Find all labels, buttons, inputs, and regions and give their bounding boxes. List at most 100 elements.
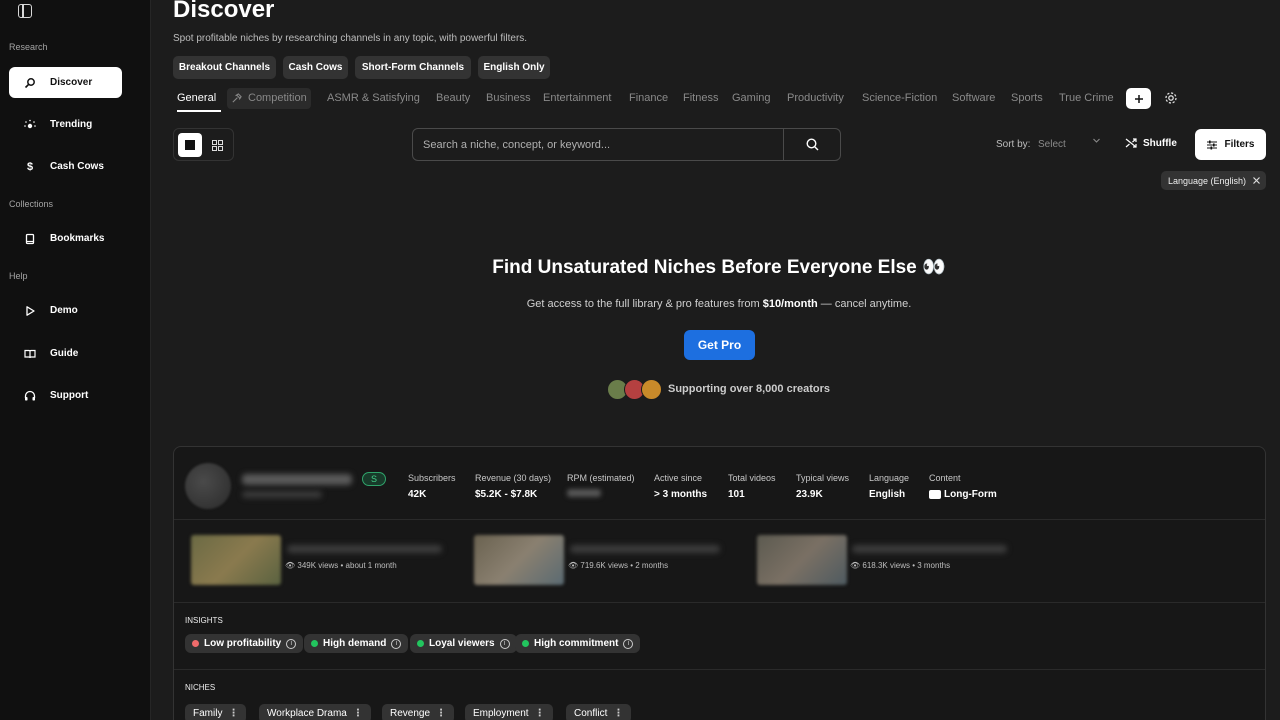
niche-tag[interactable]: Employment ⋮	[465, 704, 553, 720]
channel-card[interactable]: S Subscribers 42K Revenue (30 days) $5.2…	[173, 446, 1266, 720]
search-button[interactable]	[783, 129, 841, 160]
stat-label: Revenue (30 days)	[475, 473, 552, 483]
more-icon[interactable]: ⋮	[436, 708, 446, 719]
video-thumbnail[interactable]	[474, 535, 564, 585]
insights-label: INSIGHTS	[185, 616, 223, 625]
info-icon[interactable]: i	[623, 638, 634, 649]
shuffle-button[interactable]: Shuffle	[1125, 137, 1177, 149]
tab-asmr-satisfying[interactable]: ASMR & Satisfying	[327, 92, 420, 104]
insight-label: Loyal viewers	[429, 638, 495, 649]
stat-value: English	[869, 489, 906, 500]
search-input[interactable]	[413, 129, 783, 160]
stat-value-content: Long-Form	[929, 489, 997, 500]
sidebar-item-bookmarks[interactable]: Bookmarks	[9, 223, 122, 254]
promo-subtitle: Get access to the full library & pro fea…	[151, 298, 1280, 310]
stat-value: 42K	[408, 489, 427, 500]
close-icon[interactable]	[1252, 176, 1261, 185]
niche-label: Employment	[473, 708, 529, 719]
page-subtitle: Spot profitable niches by researching ch…	[173, 33, 528, 44]
video-meta: 👁 618.3K views • 3 months	[850, 561, 950, 570]
stat-value: 23.9K	[796, 489, 823, 500]
sidebar-item-trending[interactable]: Trending	[9, 109, 122, 140]
video-title-blurred[interactable]	[570, 545, 720, 553]
tab-entertainment[interactable]: Entertainment	[543, 92, 611, 104]
tab-finance[interactable]: Finance	[629, 92, 668, 104]
sidebar-item-label: Bookmarks	[50, 233, 105, 244]
sidebar-section-help: Help	[9, 271, 28, 281]
tab-gaming[interactable]: Gaming	[732, 92, 771, 104]
promo-title: Find Unsaturated Niches Before Everyone …	[151, 255, 1280, 279]
tab-general[interactable]: General	[177, 92, 216, 104]
more-icon[interactable]: ⋮	[613, 708, 623, 719]
tab-beauty[interactable]: Beauty	[436, 92, 470, 104]
plus-icon	[1134, 94, 1143, 103]
status-dot	[522, 640, 529, 647]
niche-label: Conflict	[574, 708, 608, 719]
youtube-icon	[929, 490, 941, 499]
sidebar-item-demo[interactable]: Demo	[9, 295, 122, 326]
insight-low-profitability[interactable]: Low profitability i	[185, 634, 304, 653]
video-thumbnail[interactable]	[191, 535, 281, 585]
tab-true-crime[interactable]: True Crime	[1059, 92, 1114, 104]
grid-view-button[interactable]	[205, 133, 229, 157]
sidebar-item-guide[interactable]: Guide	[9, 338, 122, 369]
more-icon[interactable]: ⋮	[535, 708, 545, 719]
info-icon[interactable]: i	[391, 638, 402, 649]
grid-icon	[211, 139, 223, 151]
video-title-blurred[interactable]	[287, 545, 442, 553]
sliders-icon	[1207, 140, 1218, 149]
shuffle-label: Shuffle	[1143, 137, 1177, 149]
niche-tag[interactable]: Family ⋮	[185, 704, 247, 720]
preset-cash-cows[interactable]: Cash Cows	[283, 56, 348, 79]
sidebar-item-support[interactable]: Support	[9, 380, 122, 411]
video-title-blurred[interactable]	[852, 545, 1007, 553]
insight-high-commitment[interactable]: High commitment i	[515, 634, 641, 653]
info-icon[interactable]: i	[286, 638, 297, 649]
preset-short-form-channels[interactable]: Short-Form Channels	[355, 56, 471, 79]
promo-price: $10/month	[762, 298, 818, 310]
more-icon[interactable]: ⋮	[353, 708, 363, 719]
filters-button[interactable]: Filters	[1195, 129, 1266, 160]
info-icon[interactable]: i	[499, 638, 510, 649]
book-icon	[23, 347, 37, 361]
get-pro-button[interactable]: Get Pro	[684, 330, 755, 360]
video-meta-text: 618.3K views • 3 months	[862, 561, 951, 570]
sidebar-item-cash-cows[interactable]: $ Cash Cows	[9, 151, 122, 182]
sidebar-item-label: Support	[50, 390, 89, 401]
stat-value: $5.2K - $7.8K	[475, 489, 538, 500]
tab-productivity[interactable]: Productivity	[787, 92, 844, 104]
more-icon[interactable]: ⋮	[228, 708, 238, 719]
niche-tag[interactable]: Conflict ⋮	[566, 704, 632, 720]
channel-avatar	[185, 463, 231, 509]
add-category-button[interactable]	[1126, 88, 1151, 109]
niche-tag[interactable]: Revenge ⋮	[382, 704, 455, 720]
niche-tag[interactable]: Workplace Drama ⋮	[259, 704, 371, 720]
tab-fitness[interactable]: Fitness	[683, 92, 718, 104]
divider	[174, 602, 1265, 603]
views-icon: 👁	[285, 561, 296, 570]
tab-sports[interactable]: Sports	[1011, 92, 1043, 104]
views-icon: 👁	[568, 561, 579, 570]
sidebar-item-discover[interactable]: Discover	[9, 67, 122, 98]
niches-label: NICHES	[185, 683, 216, 692]
tab-business[interactable]: Business	[486, 92, 531, 104]
insight-loyal-viewers[interactable]: Loyal viewers i	[410, 634, 517, 653]
tab-competition[interactable]: Competition	[227, 88, 311, 109]
list-view-button[interactable]	[178, 133, 202, 157]
video-thumbnail[interactable]	[757, 535, 847, 585]
tab-science-fiction[interactable]: Science-Fiction	[862, 92, 937, 104]
insight-high-demand[interactable]: High demand i	[304, 634, 409, 653]
active-filter-chip: Language (English)	[1161, 171, 1266, 190]
divider	[174, 669, 1265, 670]
sidebar-section-research: Research	[9, 42, 48, 52]
stat-label: Content	[929, 473, 961, 483]
status-dot	[192, 640, 199, 647]
tab-software[interactable]: Software	[952, 92, 995, 104]
promo-title-text: Find Unsaturated Niches Before Everyone …	[492, 257, 917, 278]
sidebar-toggle-icon[interactable]	[18, 4, 32, 18]
active-filter-label: Language (English)	[1168, 175, 1247, 186]
preset-english-only[interactable]: English Only	[478, 56, 550, 79]
gear-icon[interactable]	[1163, 90, 1179, 106]
chevron-down-icon[interactable]	[1092, 136, 1101, 148]
preset-breakout-channels[interactable]: Breakout Channels	[173, 56, 276, 79]
